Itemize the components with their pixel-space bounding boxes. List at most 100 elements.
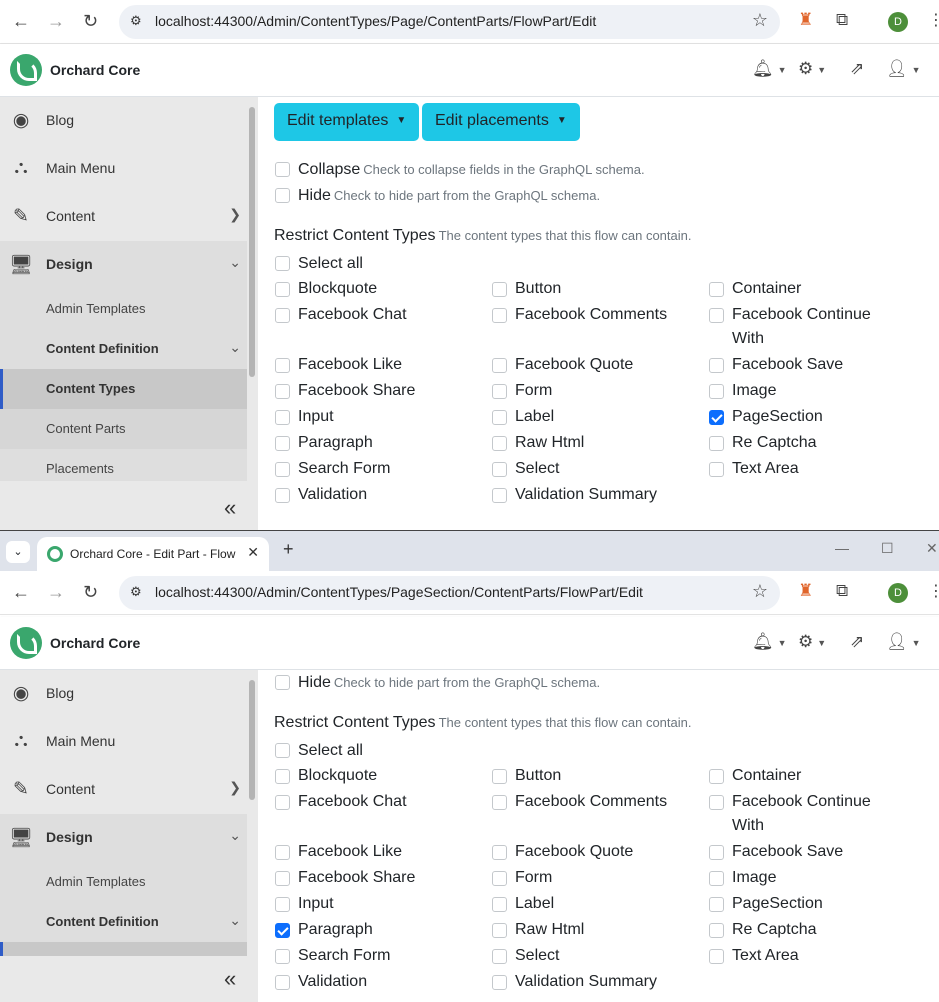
search-form-checkbox[interactable] [275,949,290,964]
collapse-checkbox[interactable] [275,162,290,177]
brand-name[interactable]: Orchard Core [50,635,140,651]
profile-avatar[interactable]: D [888,12,908,32]
extension-icon[interactable]: ♜ [798,10,813,30]
orchard-logo-icon[interactable] [10,54,42,86]
facebook-continue-with-checkbox[interactable] [709,795,724,810]
validation-checkbox[interactable] [275,488,290,503]
select-checkbox[interactable] [492,462,507,477]
maximize-icon[interactable]: ☐ [881,540,894,557]
paragraph-checkbox[interactable] [275,923,290,938]
validation-checkbox[interactable] [275,975,290,990]
facebook-continue-with-checkbox[interactable] [709,308,724,323]
sidebar-subitem-content-types[interactable]: Content Types [0,369,247,409]
close-window-icon[interactable]: ✕ [926,540,938,557]
input-checkbox[interactable] [275,410,290,425]
user-menu-icon[interactable]: 👤︎ ▼ [886,59,921,79]
raw-html-checkbox[interactable] [492,436,507,451]
validation-summary-checkbox[interactable] [492,488,507,503]
sidebar-scrollbar[interactable] [249,107,255,377]
sidebar-item-content[interactable]: ✎ Content ❯ [0,766,247,814]
container-checkbox[interactable] [709,282,724,297]
browser-menu-icon[interactable]: ⋮ [928,581,939,601]
sidebar-item-content[interactable]: ✎ Content ❯ [0,193,247,241]
select-checkbox[interactable] [492,949,507,964]
minimize-icon[interactable]: — [835,540,849,556]
facebook-chat-checkbox[interactable] [275,795,290,810]
collapse-sidebar-icon[interactable]: « [224,966,236,992]
hide-checkbox[interactable] [275,675,290,690]
sidebar-item-blog[interactable]: ◉ Blog [0,97,247,145]
brand-name[interactable]: Orchard Core [50,62,140,78]
facebook-save-checkbox[interactable] [709,358,724,373]
validation-summary-checkbox[interactable] [492,975,507,990]
bookmark-star-icon[interactable]: ☆ [752,581,768,602]
collapse-sidebar-icon[interactable]: « [224,495,236,521]
re-captcha-checkbox[interactable] [709,923,724,938]
facebook-comments-checkbox[interactable] [492,795,507,810]
sidebar-item-design[interactable]: 🖥︎ Design ⌄ [0,814,247,862]
notifications-bell-icon[interactable]: 🔔︎ ▼ [752,632,787,652]
url-bar[interactable]: ⚙ localhost:44300/Admin/ContentTypes/Pag… [119,576,780,610]
reload-icon[interactable]: ↻ [83,582,98,603]
sidebar-scrollbar[interactable] [249,680,255,800]
back-icon[interactable]: ← [12,11,30,32]
user-menu-icon[interactable]: 👤︎ ▼ [886,632,921,652]
sidebar-item-main-menu[interactable]: ⛬ Main Menu [0,718,247,766]
text-area-checkbox[interactable] [709,949,724,964]
facebook-like-checkbox[interactable] [275,358,290,373]
label-checkbox[interactable] [492,897,507,912]
edit-templates-button[interactable]: Edit templates ▼ [274,103,420,141]
browser-menu-icon[interactable]: ⋮ [928,10,939,30]
facebook-share-checkbox[interactable] [275,384,290,399]
raw-html-checkbox[interactable] [492,923,507,938]
open-site-icon[interactable]: ⇗ [850,59,864,79]
tab-search-icon[interactable]: ⌄ [6,541,30,563]
bookmark-star-icon[interactable]: ☆ [752,10,768,31]
sidebar-subitem-admin-templates[interactable]: Admin Templates [0,862,247,902]
paragraph-checkbox[interactable] [275,436,290,451]
button-checkbox[interactable] [492,769,507,784]
facebook-quote-checkbox[interactable] [492,845,507,860]
extension-icon[interactable]: ♜ [798,581,813,601]
sidebar-subitem-content-definition[interactable]: Content Definition ⌄ [0,902,247,942]
forward-icon[interactable]: → [47,11,65,32]
sidebar-subitem-content-definition[interactable]: Content Definition ⌄ [0,329,247,369]
blockquote-checkbox[interactable] [275,282,290,297]
sidebar-item-design[interactable]: 🖥︎ Design ⌄ [0,241,247,289]
facebook-save-checkbox[interactable] [709,845,724,860]
orchard-logo-icon[interactable] [10,627,42,659]
sidebar-item-main-menu[interactable]: ⛬ Main Menu [0,145,247,193]
re-captcha-checkbox[interactable] [709,436,724,451]
form-checkbox[interactable] [492,871,507,886]
facebook-like-checkbox[interactable] [275,845,290,860]
facebook-comments-checkbox[interactable] [492,308,507,323]
facebook-quote-checkbox[interactable] [492,358,507,373]
theme-gear-icon[interactable]: ⚙ ▼ [798,59,826,79]
notifications-bell-icon[interactable]: 🔔︎ ▼ [752,59,787,79]
hide-checkbox[interactable] [275,188,290,203]
container-checkbox[interactable] [709,769,724,784]
theme-gear-icon[interactable]: ⚙ ▼ [798,632,826,652]
search-form-checkbox[interactable] [275,462,290,477]
new-tab-icon[interactable]: + [283,539,294,560]
image-checkbox[interactable] [709,384,724,399]
extensions-puzzle-icon[interactable]: ⧉ [836,10,848,30]
extensions-puzzle-icon[interactable]: ⧉ [836,581,848,601]
reload-icon[interactable]: ↻ [83,11,98,32]
site-info-icon[interactable]: ⚙ [130,13,142,29]
close-tab-icon[interactable]: ✕ [247,544,259,561]
form-checkbox[interactable] [492,384,507,399]
sidebar-subitem-admin-templates[interactable]: Admin Templates [0,289,247,329]
sidebar-item-blog[interactable]: ◉ Blog [0,670,247,718]
facebook-share-checkbox[interactable] [275,871,290,886]
browser-tab[interactable]: Orchard Core - Edit Part - Flow ✕ [37,537,269,571]
image-checkbox[interactable] [709,871,724,886]
open-site-icon[interactable]: ⇗ [850,632,864,652]
pagesection-checkbox[interactable] [709,897,724,912]
site-info-icon[interactable]: ⚙ [130,584,142,600]
select-all-checkbox[interactable] [275,743,290,758]
facebook-chat-checkbox[interactable] [275,308,290,323]
pagesection-checkbox[interactable] [709,410,724,425]
label-checkbox[interactable] [492,410,507,425]
button-checkbox[interactable] [492,282,507,297]
